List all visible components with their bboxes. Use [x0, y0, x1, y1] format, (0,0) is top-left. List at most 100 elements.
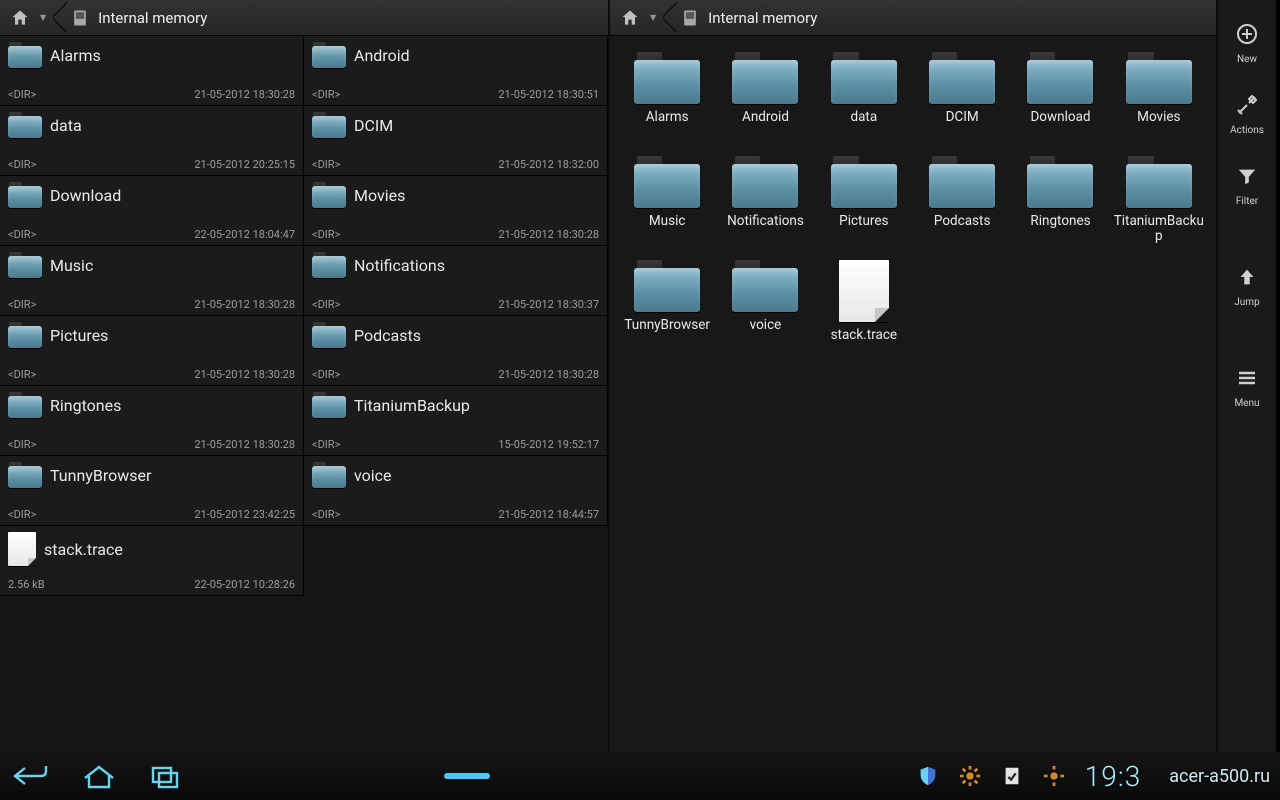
- folder-icon: [8, 112, 42, 138]
- breadcrumb-storage[interactable]: Internal memory: [60, 0, 221, 35]
- grid-item[interactable]: TitaniumBackup: [1110, 152, 1208, 248]
- list-item[interactable]: TitaniumBackup <DIR> 15-05-2012 19:52:17: [304, 386, 608, 456]
- tool-new[interactable]: New: [1218, 20, 1276, 65]
- storage-icon: [70, 8, 90, 28]
- folder-icon: [732, 156, 798, 208]
- clipboard-icon: [1001, 765, 1023, 787]
- folder-icon: [8, 322, 42, 348]
- item-size: <DIR>: [8, 368, 36, 381]
- item-size: <DIR>: [312, 298, 340, 311]
- breadcrumb-storage[interactable]: Internal memory: [670, 0, 831, 35]
- item-name: data: [50, 116, 82, 135]
- item-size: <DIR>: [8, 298, 36, 311]
- list-item[interactable]: voice <DIR> 21-05-2012 18:44:57: [304, 456, 608, 526]
- tool-jump[interactable]: Jump: [1218, 263, 1276, 308]
- list-item[interactable]: Ringtones <DIR> 21-05-2012 18:30:28: [0, 386, 304, 456]
- list-item[interactable]: DCIM <DIR> 21-05-2012 18:32:00: [304, 106, 608, 176]
- back-button[interactable]: [10, 760, 52, 792]
- chevron-down-icon: ▼: [650, 13, 656, 22]
- folder-icon: [1126, 52, 1192, 104]
- notification-indicator[interactable]: [444, 773, 490, 779]
- item-name: Download: [1030, 110, 1090, 140]
- grid-item[interactable]: Download: [1011, 48, 1109, 144]
- folder-icon: [8, 182, 42, 208]
- item-date: 21-05-2012 18:30:28: [194, 88, 295, 101]
- file-list[interactable]: Alarms <DIR> 21-05-2012 18:30:28 Android…: [0, 36, 608, 752]
- item-name: Music: [50, 256, 93, 275]
- list-item[interactable]: data <DIR> 21-05-2012 20:25:15: [0, 106, 304, 176]
- folder-icon: [1027, 52, 1093, 104]
- tool-label: Jump: [1234, 297, 1259, 308]
- list-item[interactable]: Android <DIR> 21-05-2012 18:30:51: [304, 36, 608, 106]
- up-icon: [1233, 263, 1261, 291]
- item-name: voice: [750, 318, 782, 348]
- item-name: voice: [354, 466, 392, 485]
- breadcrumb-home[interactable]: ▼: [610, 0, 670, 35]
- grid-item[interactable]: DCIM: [913, 48, 1011, 144]
- grid-item[interactable]: Alarms: [618, 48, 716, 144]
- grid-item[interactable]: Ringtones: [1011, 152, 1109, 248]
- recent-apps-button[interactable]: [146, 760, 188, 792]
- grid-item[interactable]: Music: [618, 152, 716, 248]
- folder-icon: [732, 260, 798, 312]
- list-item[interactable]: Alarms <DIR> 21-05-2012 18:30:28: [0, 36, 304, 106]
- folder-icon: [929, 52, 995, 104]
- folder-icon: [312, 462, 346, 488]
- folder-icon: [312, 42, 346, 68]
- breadcrumb: ▼ Internal memory: [610, 0, 1216, 36]
- tool-menu[interactable]: Menu: [1218, 364, 1276, 409]
- tool-sidebar: New Actions Filter Jump Menu: [1216, 0, 1276, 752]
- list-item[interactable]: Music <DIR> 21-05-2012 18:30:28: [0, 246, 304, 316]
- item-size: <DIR>: [312, 228, 340, 241]
- grid-item[interactable]: Movies: [1110, 48, 1208, 144]
- file-grid[interactable]: Alarms Android data DCIM Download Movies…: [610, 36, 1216, 752]
- status-tray[interactable]: 19:3 acer-a500.ru: [917, 760, 1270, 793]
- item-name: TunnyBrowser: [50, 466, 151, 485]
- list-item[interactable]: TunnyBrowser <DIR> 21-05-2012 23:42:25: [0, 456, 304, 526]
- grid-item[interactable]: Android: [716, 48, 814, 144]
- grid-item[interactable]: data: [815, 48, 913, 144]
- list-item[interactable]: Download <DIR> 22-05-2012 18:04:47: [0, 176, 304, 246]
- home-button[interactable]: [78, 760, 120, 792]
- status-clock: 19:3: [1085, 760, 1141, 793]
- tool-actions[interactable]: Actions: [1218, 91, 1276, 136]
- item-size: <DIR>: [312, 88, 340, 101]
- breadcrumb-home[interactable]: ▼: [0, 0, 60, 35]
- folder-icon: [634, 156, 700, 208]
- item-size: 2.56 kB: [8, 578, 45, 591]
- grid-item[interactable]: Podcasts: [913, 152, 1011, 248]
- grid-item[interactable]: TunnyBrowser: [618, 256, 716, 362]
- folder-icon: [8, 42, 42, 68]
- item-date: 21-05-2012 18:30:28: [498, 368, 599, 381]
- folder-icon: [312, 322, 346, 348]
- list-item[interactable]: stack.trace 2.56 kB 22-05-2012 10:28:26: [0, 526, 304, 596]
- grid-item[interactable]: stack.trace: [815, 256, 913, 362]
- list-item[interactable]: Pictures <DIR> 21-05-2012 18:30:28: [0, 316, 304, 386]
- item-name: Ringtones: [1030, 214, 1090, 244]
- item-name: stack.trace: [831, 328, 898, 358]
- item-name: Alarms: [646, 110, 689, 140]
- system-bar: 19:3 acer-a500.ru: [0, 752, 1280, 800]
- list-item[interactable]: Notifications <DIR> 21-05-2012 18:30:37: [304, 246, 608, 316]
- breadcrumb: ▼ Internal memory: [0, 0, 608, 36]
- home-icon: [620, 8, 640, 28]
- item-name: Alarms: [50, 46, 101, 65]
- item-size: <DIR>: [312, 368, 340, 381]
- tool-filter[interactable]: Filter: [1218, 162, 1276, 207]
- list-item[interactable]: Podcasts <DIR> 21-05-2012 18:30:28: [304, 316, 608, 386]
- item-name: Android: [742, 110, 789, 140]
- item-size: <DIR>: [8, 508, 36, 521]
- list-item[interactable]: Movies <DIR> 21-05-2012 18:30:28: [304, 176, 608, 246]
- item-name: Movies: [1137, 110, 1180, 140]
- item-name: DCIM: [354, 116, 393, 135]
- folder-icon: [929, 156, 995, 208]
- item-date: 21-05-2012 18:30:51: [498, 88, 599, 101]
- item-date: 21-05-2012 18:30:28: [194, 368, 295, 381]
- grid-item[interactable]: voice: [716, 256, 814, 362]
- item-name: TitaniumBackup: [1113, 214, 1205, 244]
- grid-item[interactable]: Notifications: [716, 152, 814, 248]
- item-size: <DIR>: [8, 158, 36, 171]
- grid-item[interactable]: Pictures: [815, 152, 913, 248]
- tool-label: Menu: [1234, 398, 1259, 409]
- item-size: <DIR>: [8, 438, 36, 451]
